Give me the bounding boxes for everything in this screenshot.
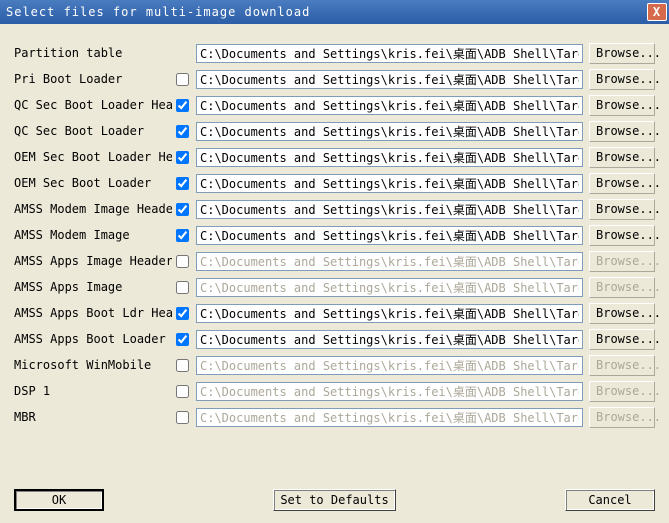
browse-button[interactable]: Browse...	[589, 121, 655, 142]
path-input[interactable]	[196, 148, 583, 167]
row-label: AMSS Apps Boot Loader	[14, 332, 172, 346]
row-label: AMSS Apps Image	[14, 280, 172, 294]
include-checkbox[interactable]	[176, 255, 189, 268]
include-checkbox[interactable]	[176, 281, 189, 294]
checkbox-cell	[172, 255, 192, 268]
file-row: Pri Boot Loader Browse...	[14, 66, 655, 92]
path-input[interactable]	[196, 70, 583, 89]
path-input[interactable]	[196, 96, 583, 115]
row-label: Microsoft WinMobile	[14, 358, 172, 372]
checkbox-cell	[172, 203, 192, 216]
browse-button[interactable]: Browse...	[589, 69, 655, 90]
row-label: OEM Sec Boot Loader Header	[14, 150, 172, 164]
file-row: QC Sec Boot Loader Browse...	[14, 118, 655, 144]
row-label: OEM Sec Boot Loader	[14, 176, 172, 190]
path-input[interactable]	[196, 174, 583, 193]
checkbox-cell	[172, 281, 192, 294]
browse-button[interactable]: Browse...	[589, 95, 655, 116]
cancel-button[interactable]: Cancel	[565, 489, 655, 511]
file-row: AMSS Apps Image Header Browse...	[14, 248, 655, 274]
file-row: DSP 1 Browse...	[14, 378, 655, 404]
file-row: Microsoft WinMobile Browse...	[14, 352, 655, 378]
checkbox-cell	[172, 359, 192, 372]
browse-button[interactable]: Browse...	[589, 303, 655, 324]
close-button[interactable]: X	[647, 3, 667, 21]
browse-button[interactable]: Browse...	[589, 199, 655, 220]
path-input	[196, 356, 583, 375]
checkbox-cell	[172, 307, 192, 320]
file-row: AMSS Apps Boot Loader Browse...	[14, 326, 655, 352]
row-label: QC Sec Boot Loader Header	[14, 98, 172, 112]
browse-button: Browse...	[589, 407, 655, 428]
content-panel: Partition table Browse... Pri Boot Loader B…	[0, 24, 669, 523]
include-checkbox[interactable]	[176, 151, 189, 164]
path-input[interactable]	[196, 122, 583, 141]
path-input[interactable]	[196, 304, 583, 323]
file-row: AMSS Modem Image Header Browse...	[14, 196, 655, 222]
path-input	[196, 252, 583, 271]
include-checkbox[interactable]	[176, 203, 189, 216]
checkbox-cell	[172, 151, 192, 164]
bottom-bar: OK Set to Defaults Cancel	[14, 489, 655, 511]
title-bar: Select files for multi-image download X	[0, 0, 669, 24]
row-label: DSP 1	[14, 384, 172, 398]
file-row: QC Sec Boot Loader Header Browse...	[14, 92, 655, 118]
browse-button[interactable]: Browse...	[589, 329, 655, 350]
browse-button[interactable]: Browse...	[589, 43, 655, 64]
window-title: Select files for multi-image download	[6, 5, 310, 19]
checkbox-cell	[172, 229, 192, 242]
file-row: OEM Sec Boot Loader Header Browse...	[14, 144, 655, 170]
file-row: AMSS Apps Boot Ldr Header Browse...	[14, 300, 655, 326]
row-label: AMSS Apps Boot Ldr Header	[14, 306, 172, 320]
include-checkbox[interactable]	[176, 177, 189, 190]
checkbox-cell	[172, 125, 192, 138]
path-input[interactable]	[196, 200, 583, 219]
include-checkbox[interactable]	[176, 333, 189, 346]
file-row: AMSS Modem Image Browse...	[14, 222, 655, 248]
row-label: AMSS Modem Image	[14, 228, 172, 242]
browse-button[interactable]: Browse...	[589, 225, 655, 246]
checkbox-cell	[172, 385, 192, 398]
include-checkbox[interactable]	[176, 385, 189, 398]
browse-button: Browse...	[589, 381, 655, 402]
row-label: AMSS Modem Image Header	[14, 202, 172, 216]
path-input	[196, 408, 583, 427]
set-defaults-button[interactable]: Set to Defaults	[273, 489, 395, 511]
include-checkbox[interactable]	[176, 73, 189, 86]
row-label: MBR	[14, 410, 172, 424]
path-input[interactable]	[196, 330, 583, 349]
row-label: Pri Boot Loader	[14, 72, 172, 86]
browse-button[interactable]: Browse...	[589, 173, 655, 194]
row-label: QC Sec Boot Loader	[14, 124, 172, 138]
file-row: MBR Browse...	[14, 404, 655, 430]
file-row: AMSS Apps Image Browse...	[14, 274, 655, 300]
file-row: Partition table Browse...	[14, 40, 655, 66]
browse-button: Browse...	[589, 277, 655, 298]
checkbox-cell	[172, 411, 192, 424]
checkbox-cell	[172, 333, 192, 346]
path-input[interactable]	[196, 44, 583, 63]
include-checkbox[interactable]	[176, 359, 189, 372]
row-label: Partition table	[14, 46, 172, 60]
row-label: AMSS Apps Image Header	[14, 254, 172, 268]
checkbox-cell	[172, 177, 192, 190]
browse-button[interactable]: Browse...	[589, 147, 655, 168]
checkbox-cell	[172, 99, 192, 112]
browse-button: Browse...	[589, 251, 655, 272]
browse-button: Browse...	[589, 355, 655, 376]
include-checkbox[interactable]	[176, 229, 189, 242]
close-icon: X	[653, 5, 661, 19]
include-checkbox[interactable]	[176, 411, 189, 424]
file-row: OEM Sec Boot Loader Browse...	[14, 170, 655, 196]
ok-button[interactable]: OK	[14, 489, 104, 511]
checkbox-cell	[172, 73, 192, 86]
include-checkbox[interactable]	[176, 125, 189, 138]
rows-container: Partition table Browse... Pri Boot Loader B…	[14, 40, 655, 430]
path-input	[196, 382, 583, 401]
path-input[interactable]	[196, 226, 583, 245]
include-checkbox[interactable]	[176, 307, 189, 320]
include-checkbox[interactable]	[176, 99, 189, 112]
path-input	[196, 278, 583, 297]
